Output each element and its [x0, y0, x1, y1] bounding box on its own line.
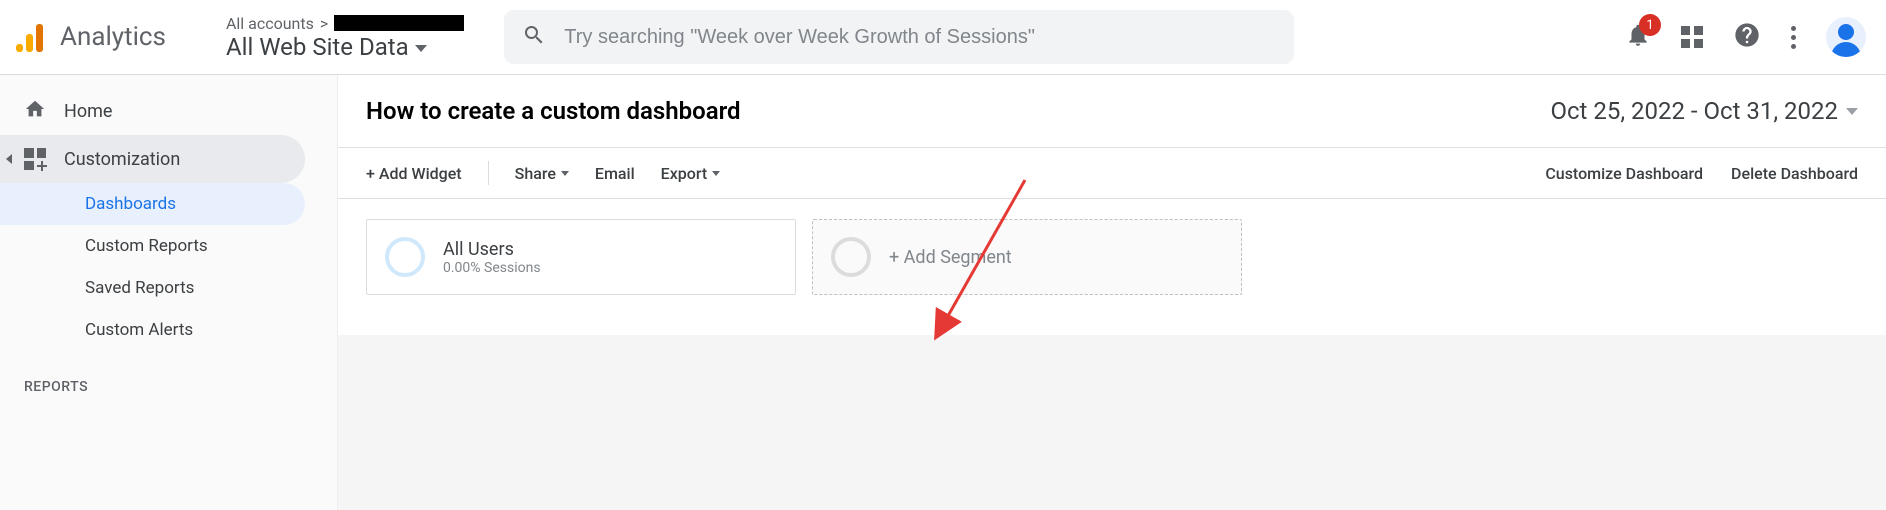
nav-saved-reports[interactable]: Saved Reports	[0, 267, 337, 309]
segment-subtext: 0.00% Sessions	[443, 260, 541, 276]
add-widget-label: + Add Widget	[366, 164, 462, 183]
segment-name: All Users	[443, 239, 541, 260]
account-breadcrumb: All accounts >	[226, 14, 464, 33]
delete-dashboard-label: Delete Dashboard	[1731, 164, 1858, 183]
nav-home-label: Home	[64, 101, 112, 122]
date-range-label: Oct 25, 2022 - Oct 31, 2022	[1550, 97, 1838, 125]
share-label: Share	[515, 164, 556, 183]
dashboard-toolbar: + Add Widget Share Email Export	[338, 147, 1886, 199]
segment-circle-icon	[831, 237, 871, 277]
nav-custom-reports-label: Custom Reports	[85, 236, 208, 256]
nav-custom-reports[interactable]: Custom Reports	[0, 225, 337, 267]
nav-customization[interactable]: Customization	[0, 135, 305, 183]
chevron-down-icon	[561, 171, 569, 176]
dashboard-header: How to create a custom dashboard Oct 25,…	[338, 75, 1886, 147]
dashboard-title: How to create a custom dashboard	[366, 97, 741, 125]
help-icon[interactable]	[1733, 21, 1761, 53]
segment-all-users[interactable]: All Users 0.00% Sessions	[366, 219, 796, 295]
product-name: Analytics	[60, 22, 166, 52]
nav-custom-alerts-label: Custom Alerts	[85, 320, 193, 340]
toolbar-separator	[488, 161, 489, 185]
search-input[interactable]	[564, 26, 1276, 49]
apps-icon[interactable]	[1681, 26, 1703, 48]
search-box[interactable]	[504, 10, 1294, 64]
analytics-logo-icon	[16, 22, 46, 52]
notifications-button[interactable]: 1	[1625, 22, 1651, 52]
view-name: All Web Site Data	[226, 33, 409, 61]
nav-dashboards-label: Dashboards	[85, 194, 176, 214]
main-content: How to create a custom dashboard Oct 25,…	[338, 75, 1886, 510]
customize-dashboard-button[interactable]: Customize Dashboard	[1545, 164, 1703, 183]
add-widget-button[interactable]: + Add Widget	[366, 164, 462, 183]
breadcrumb-prefix: All accounts	[226, 14, 314, 33]
view-picker[interactable]: All accounts > All Web Site Data	[226, 14, 464, 61]
top-bar: Analytics All accounts > All Web Site Da…	[0, 0, 1886, 75]
email-button[interactable]: Email	[595, 164, 635, 183]
breadcrumb-separator: >	[320, 14, 328, 33]
export-label: Export	[661, 164, 708, 183]
product-logo[interactable]: Analytics	[10, 22, 166, 52]
search-icon	[522, 23, 546, 51]
segment-circle-icon	[385, 237, 425, 277]
date-range-picker[interactable]: Oct 25, 2022 - Oct 31, 2022	[1550, 97, 1858, 125]
notification-badge: 1	[1639, 14, 1661, 36]
nav-saved-reports-label: Saved Reports	[85, 278, 194, 298]
chevron-left-icon	[6, 154, 12, 164]
chevron-down-icon	[1846, 108, 1858, 115]
delete-dashboard-button[interactable]: Delete Dashboard	[1731, 164, 1858, 183]
customization-icon	[24, 148, 46, 170]
nav-dashboards[interactable]: Dashboards	[0, 183, 305, 225]
nav-home[interactable]: Home	[0, 87, 337, 135]
chevron-down-icon	[712, 171, 720, 176]
account-avatar[interactable]	[1826, 17, 1866, 57]
annotation-arrow	[925, 175, 1045, 345]
nav-reports-heading: REPORTS	[0, 351, 337, 403]
home-icon	[24, 98, 46, 125]
share-button[interactable]: Share	[515, 164, 569, 183]
nav-custom-alerts[interactable]: Custom Alerts	[0, 309, 337, 351]
body-layout: Home Customization Dashboards Custom Rep…	[0, 75, 1886, 510]
nav-customization-label: Customization	[64, 149, 180, 170]
top-actions: 1	[1625, 17, 1866, 57]
chevron-down-icon	[415, 45, 427, 52]
left-nav: Home Customization Dashboards Custom Rep…	[0, 75, 338, 510]
email-label: Email	[595, 164, 635, 183]
more-menu-icon[interactable]	[1791, 26, 1796, 49]
account-name-redacted	[334, 15, 464, 31]
segments-row: All Users 0.00% Sessions + Add Segment	[338, 199, 1886, 335]
bell-icon	[1625, 33, 1651, 52]
dashboard-panel: How to create a custom dashboard Oct 25,…	[338, 75, 1886, 335]
export-button[interactable]: Export	[661, 164, 721, 183]
customize-dashboard-label: Customize Dashboard	[1545, 164, 1703, 183]
